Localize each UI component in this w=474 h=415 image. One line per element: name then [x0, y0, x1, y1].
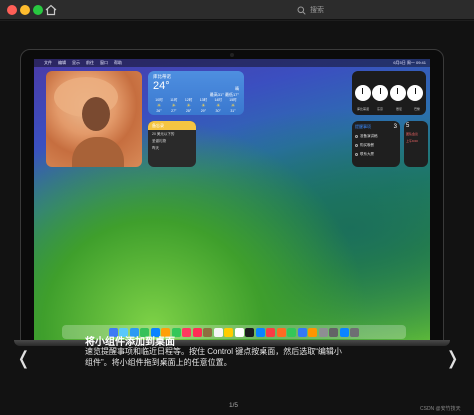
portrait-body: [72, 137, 124, 167]
dock-app-icon: [329, 327, 339, 337]
fullscreen-button[interactable]: [33, 5, 43, 15]
dock-app-icon: [339, 327, 349, 337]
weather-widget: 库比蒂诺 24° 晴 最高31° 最低17° 10时 11时 12时 13时 1…: [148, 71, 244, 115]
home-icon[interactable]: [44, 3, 58, 17]
reminder-item: 联系大厦: [355, 152, 397, 157]
notes-line: 圣诞礼物: [152, 139, 166, 143]
portrait-face: [82, 97, 110, 131]
weather-hilo: 晴 最高31° 最低17°: [209, 86, 239, 97]
camera-notch: [230, 53, 234, 57]
menu-edit: 编辑: [58, 60, 66, 65]
clock-city: 悉尼: [396, 107, 403, 111]
calendar-event: 团队会议: [406, 132, 419, 136]
dock-app-icon: [213, 327, 223, 337]
menu-help: 帮助: [114, 60, 122, 65]
next-tip-button[interactable]: ❭: [445, 349, 460, 367]
dock-app-icon: [266, 327, 276, 337]
search-placeholder: 搜索: [310, 7, 324, 14]
calendar-event: 上午9:00: [406, 139, 418, 143]
watermark: CSDN @安竹技天: [420, 406, 461, 412]
close-button[interactable]: [7, 5, 17, 15]
clock-icon: [354, 85, 371, 101]
dock-app-icon: [192, 327, 202, 337]
reminders-title: 提醒事项: [355, 124, 371, 129]
page-indicator: 1/5: [229, 402, 239, 409]
menu-view: 显示: [72, 60, 80, 65]
minimize-button[interactable]: [20, 5, 30, 15]
notes-widget: 备忘录 20 美元以下的 圣诞礼物 昨天: [148, 121, 196, 167]
search-field[interactable]: 搜索: [297, 4, 324, 16]
weather-forecast-temps: 26° 27° 28° 29° 30° 31°: [156, 109, 236, 113]
notes-line: 昨天: [152, 146, 159, 150]
reminder-item: 购买晚餐: [355, 143, 397, 148]
macbook-illustration: 文件 编辑 显示 前往 窗口 帮助 6月5日 周一 09:41 库比蒂诺 24°…: [20, 49, 444, 341]
menu-bar: 文件 编辑 显示 前往 窗口 帮助 6月5日 周一 09:41: [34, 59, 430, 67]
clock-icon: [372, 85, 389, 101]
desktop-screen: 文件 编辑 显示 前往 窗口 帮助 6月5日 周一 09:41 库比蒂诺 24°…: [34, 59, 430, 341]
notes-title: 备忘录: [148, 121, 196, 130]
dock-app-icon: [224, 327, 234, 337]
dock-app-icon: [297, 327, 307, 337]
menu-window: 窗口: [100, 60, 108, 65]
clock-city: 巴黎: [414, 107, 421, 111]
calendar-widget: 5 团队会议 上午9:00: [404, 121, 428, 167]
dock-app-icon: [318, 327, 328, 337]
tip-description: 速览提醒事项和临近日程等。按住 Control 键点按桌面，然后选取“编辑小组件…: [85, 347, 342, 367]
dock-app-icon: [308, 327, 318, 337]
dock-app-icon: [255, 327, 265, 337]
calendar-day: 5: [406, 123, 410, 129]
previous-tip-button[interactable]: ❬: [16, 349, 31, 367]
window-titlebar: 搜索: [0, 0, 474, 20]
clock-city: 东京: [377, 107, 384, 111]
menubar-clock: 6月5日 周一 09:41: [393, 60, 426, 65]
clock-icon: [407, 85, 424, 101]
search-icon: [297, 6, 306, 15]
dock-app-icon: [182, 327, 192, 337]
menu-go: 前往: [86, 60, 94, 65]
weather-temp: 24°: [153, 80, 170, 92]
reminder-item: 准备演讲稿: [355, 134, 397, 139]
menu-file: 文件: [44, 60, 52, 65]
world-clock-widget: 库比蒂诺 东京 悉尼 巴黎: [352, 71, 426, 115]
notes-line: 20 美元以下的: [152, 132, 175, 136]
clock-city: 库比蒂诺: [357, 107, 370, 111]
dock-app-icon: [287, 327, 297, 337]
dock-app-icon: [234, 327, 244, 337]
reminders-count: 3: [393, 124, 397, 130]
clock-icon: [389, 85, 406, 101]
dock-app-icon: [245, 327, 255, 337]
photos-widget: [46, 71, 142, 167]
dock-app-icon: [350, 327, 360, 337]
reminders-widget: 提醒事项 3 准备演讲稿 购买晚餐 联系大厦: [352, 121, 400, 167]
dock-app-icon: [276, 327, 286, 337]
dock-app-icon: [203, 327, 213, 337]
